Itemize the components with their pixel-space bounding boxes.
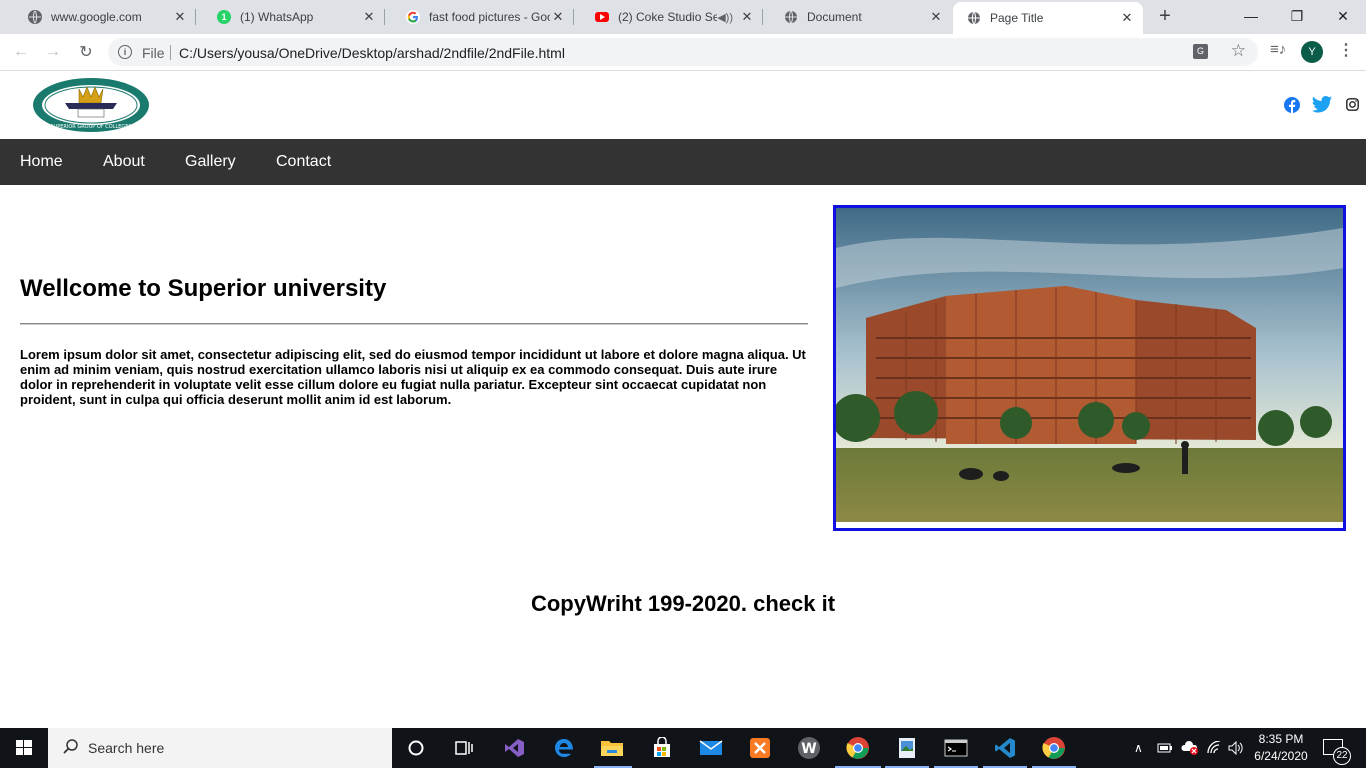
clock-time: 8:35 PM	[1258, 732, 1304, 746]
xampp-icon[interactable]	[746, 734, 774, 762]
minimize-icon[interactable]: —	[1228, 0, 1274, 32]
nav-home[interactable]: Home	[20, 153, 63, 171]
menu-kebab-icon[interactable]: ⋮	[1338, 40, 1354, 60]
welcome-heading: Wellcome to Superior university	[20, 275, 387, 302]
tab-title: (1) WhatsApp	[240, 10, 314, 24]
chrome-icon[interactable]	[1040, 734, 1068, 762]
system-clock[interactable]: 8:35 PM 6/24/2020	[1250, 731, 1312, 765]
tab-title: fast food pictures - Goo	[429, 10, 550, 24]
close-tab-icon[interactable]: ✕	[1119, 10, 1135, 26]
google-icon	[406, 10, 420, 24]
youtube-icon	[595, 12, 609, 22]
onedrive-error-icon[interactable]	[1181, 728, 1199, 768]
tab-title: Page Title	[990, 11, 1044, 25]
web-page: SUPERIOR GROUP OF COLLEGES Home About Ga…	[0, 71, 1366, 728]
windows-taskbar: Search here W ∧ 8:35 PM 6/24/2020 22	[0, 728, 1366, 768]
search-icon	[63, 739, 78, 754]
task-view-icon[interactable]	[450, 734, 478, 762]
reload-icon[interactable]: ↻	[75, 41, 97, 63]
windows-start-icon[interactable]	[0, 728, 48, 768]
tray-chevron-up-icon[interactable]: ∧	[1134, 728, 1143, 768]
profile-avatar[interactable]: Y	[1301, 41, 1323, 63]
omnibox-divider	[170, 45, 171, 60]
scheme-label: File	[142, 45, 165, 61]
info-icon[interactable]: i	[118, 45, 132, 59]
file-explorer-icon[interactable]	[598, 734, 626, 762]
volume-icon[interactable]	[1228, 728, 1244, 768]
tab-whatsapp[interactable]: 1 (1) WhatsApp ✕	[197, 0, 385, 34]
back-arrow-icon[interactable]: ←	[10, 41, 32, 63]
nav-about[interactable]: About	[103, 153, 145, 171]
globe-icon	[784, 10, 798, 24]
bookmark-star-icon[interactable]: ☆	[1231, 41, 1246, 61]
instagram-icon[interactable]	[1346, 98, 1359, 111]
vscode-icon[interactable]	[991, 734, 1019, 762]
taskbar-search-box[interactable]: Search here	[48, 728, 392, 768]
new-tab-plus-icon[interactable]: +	[1155, 6, 1175, 26]
whatsapp-icon: 1	[217, 10, 231, 24]
mail-icon[interactable]	[697, 734, 725, 762]
search-placeholder: Search here	[88, 740, 165, 756]
battery-icon[interactable]	[1157, 728, 1173, 768]
tab-separator	[384, 9, 385, 25]
tab-title: Document	[807, 10, 862, 24]
tab-strip: www.google.com ✕ 1 (1) WhatsApp ✕ fast f…	[0, 0, 1366, 34]
tab-google-search[interactable]: fast food pictures - Goo ✕	[386, 0, 574, 34]
nav-gallery[interactable]: Gallery	[185, 153, 236, 171]
lorem-paragraph: Lorem ipsum dolor sit amet, consectetur …	[20, 347, 806, 407]
notification-count-badge: 22	[1333, 747, 1351, 765]
twitter-icon[interactable]	[1312, 96, 1332, 113]
wamp-icon[interactable]: W	[795, 734, 823, 762]
globe-icon	[967, 11, 981, 25]
tab-separator	[573, 9, 574, 25]
tab-separator	[762, 9, 763, 25]
restore-icon[interactable]: ❐	[1274, 0, 1320, 32]
speaker-icon[interactable]: ◀))	[717, 11, 733, 24]
tab-page-title-active[interactable]: Page Title ✕	[953, 2, 1143, 34]
nav-contact[interactable]: Contact	[276, 153, 331, 171]
chrome-icon[interactable]	[844, 734, 872, 762]
tab-youtube[interactable]: (2) Coke Studio Sea ◀)) ✕	[575, 0, 763, 34]
wifi-icon[interactable]	[1206, 728, 1222, 768]
close-tab-icon[interactable]: ✕	[739, 9, 755, 25]
footer-copyright: CopyWriht 199-2020. check it	[530, 591, 836, 616]
url-text[interactable]: C:/Users/yousa/OneDrive/Desktop/arshad/2…	[179, 45, 565, 61]
close-tab-icon[interactable]: ✕	[172, 9, 188, 25]
tab-title: www.google.com	[51, 10, 142, 24]
tab-title: (2) Coke Studio Sea	[618, 10, 718, 24]
facebook-icon[interactable]	[1284, 97, 1300, 113]
browser-toolbar: ← → ↻ i File C:/Users/yousa/OneDrive/Des…	[0, 34, 1366, 71]
cortana-icon[interactable]	[402, 734, 430, 762]
tab-google[interactable]: www.google.com ✕	[8, 0, 196, 34]
clock-date: 6/24/2020	[1254, 749, 1308, 763]
store-icon[interactable]	[648, 734, 676, 762]
media-control-icon[interactable]: ≡♪	[1270, 41, 1286, 58]
image-viewer-icon[interactable]	[893, 734, 921, 762]
logo-text: SUPERIOR GROUP OF COLLEGES	[50, 124, 131, 130]
close-window-icon[interactable]: ✕	[1320, 0, 1366, 32]
close-tab-icon[interactable]: ✕	[361, 9, 377, 25]
forward-arrow-icon[interactable]: →	[42, 41, 64, 63]
whatsapp-badge: 1	[221, 12, 227, 22]
close-tab-icon[interactable]: ✕	[550, 9, 566, 25]
college-logo: SUPERIOR GROUP OF COLLEGES	[33, 78, 149, 132]
address-bar[interactable]: i File C:/Users/yousa/OneDrive/Desktop/a…	[108, 38, 1258, 66]
terminal-icon[interactable]	[942, 734, 970, 762]
close-tab-icon[interactable]: ✕	[928, 9, 944, 25]
tab-document[interactable]: Document ✕	[764, 0, 952, 34]
globe-icon	[28, 10, 42, 24]
campus-photo	[833, 205, 1346, 531]
site-navbar: Home About Gallery Contact	[0, 139, 1366, 185]
svg-text:W: W	[801, 741, 816, 757]
visual-studio-icon[interactable]	[500, 734, 528, 762]
edge-icon[interactable]	[550, 734, 578, 762]
tab-separator	[195, 9, 196, 25]
horizontal-rule	[20, 323, 808, 325]
translate-icon[interactable]: G	[1193, 44, 1208, 59]
